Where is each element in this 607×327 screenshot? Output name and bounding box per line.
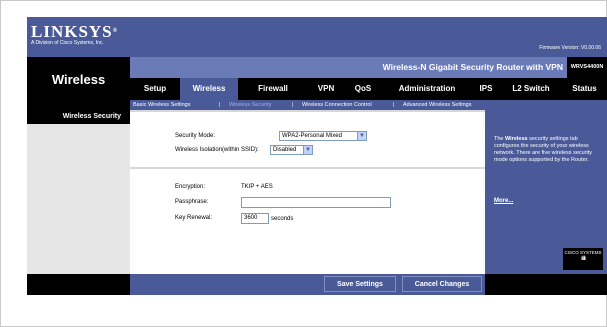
key-renewal-input[interactable]: 3600 [241, 213, 269, 224]
firmware-version: Firmware Version: V0.00.06 [539, 45, 601, 51]
tab-status[interactable]: Status [562, 78, 607, 100]
help-text: The Wireless security settings tab confi… [494, 136, 602, 164]
subtab-wireless-security[interactable]: Wireless Security [229, 100, 271, 110]
help-lead: The [494, 136, 504, 142]
encryption-label: Encryption: [175, 184, 206, 190]
logo-text: LINKSYS [31, 22, 113, 41]
cisco-systems-logo: CISCO SYSTEMS ıılıılı [563, 248, 603, 270]
content-divider [130, 167, 485, 169]
router-page: LINKSYS® A Division of Cisco Systems, In… [27, 17, 607, 295]
logo-subtitle: A Division of Cisco Systems, Inc. [31, 40, 104, 46]
bottom-bar: Save Settings Cancel Changes [27, 274, 607, 295]
tab-ips[interactable]: IPS [472, 78, 500, 100]
chevron-down-icon: ▼ [303, 146, 312, 154]
passphrase-label: Passphrase: [175, 199, 209, 205]
isolation-value: Disabled [273, 147, 297, 153]
help-panel: The Wireless security settings tab confi… [485, 110, 607, 274]
tab-wireless[interactable]: Wireless [180, 78, 238, 100]
content-top-line [130, 110, 485, 112]
cancel-changes-button[interactable]: Cancel Changes [402, 276, 482, 292]
subtab-advanced-wireless-settings[interactable]: Advanced Wireless Settings [403, 100, 471, 110]
linksys-logo: LINKSYS® A Division of Cisco Systems, In… [31, 23, 118, 47]
section-panel: Wireless [27, 57, 130, 110]
subtab-wireless-connection-control[interactable]: Wireless Connection Control [302, 100, 372, 110]
help-bold-term: Wireless [505, 136, 528, 142]
tab-firewall[interactable]: Firewall [238, 78, 308, 100]
header-bar: LINKSYS® A Division of Cisco Systems, In… [27, 17, 607, 57]
key-renewal-label: Key Renewal: [175, 215, 213, 221]
cisco-systems-label: CISCO SYSTEMS [564, 250, 602, 255]
content-panel: Security Mode: WPA2-Personal Mixed ▼ Wir… [130, 110, 485, 274]
product-name: Wireless-N Gigabit Security Router with … [382, 62, 563, 72]
isolation-select[interactable]: Disabled ▼ [270, 145, 313, 155]
isolation-label: Wireless Isolation(within SSID): [175, 147, 259, 153]
subtab-basic-wireless-settings[interactable]: Basic Wireless Settings [133, 100, 190, 110]
cisco-bars-icon: ıılıılı [580, 256, 586, 262]
subtab-separator: | [393, 102, 395, 108]
tab-setup[interactable]: Setup [130, 78, 180, 100]
security-mode-label: Security Mode: [175, 133, 216, 139]
subtab-separator: | [219, 102, 221, 108]
main-tabs: Setup Wireless Firewall VPN QoS Administ… [130, 78, 607, 100]
tab-qos[interactable]: QoS [344, 78, 382, 100]
security-mode-value: WPA2-Personal Mixed [282, 133, 342, 139]
encryption-value: TKIP + AES [241, 184, 273, 190]
product-title-bar: Wireless-N Gigabit Security Router with … [130, 57, 607, 78]
left-gray-panel [27, 124, 130, 288]
section-title: Wireless [51, 72, 106, 87]
passphrase-input[interactable] [241, 197, 391, 208]
left-section-title: Wireless Security [62, 113, 121, 120]
model-number: WRVS4400N [567, 57, 607, 78]
subtab-separator: | [292, 102, 294, 108]
left-title-bar: Wireless Security [27, 110, 130, 124]
help-more-link[interactable]: More... [494, 198, 513, 204]
tab-vpn[interactable]: VPN [308, 78, 344, 100]
tab-administration[interactable]: Administration [382, 78, 472, 100]
tab-l2-switch[interactable]: L2 Switch [500, 78, 562, 100]
sub-tabs: Basic Wireless Settings | Wireless Secur… [130, 100, 607, 110]
security-mode-select[interactable]: WPA2-Personal Mixed ▼ [279, 131, 367, 141]
save-settings-button[interactable]: Save Settings [324, 276, 396, 292]
key-renewal-unit: seconds [271, 216, 294, 222]
chevron-down-icon: ▼ [357, 132, 366, 140]
logo-registered-mark: ® [112, 28, 119, 34]
button-area: Save Settings Cancel Changes [130, 274, 485, 295]
